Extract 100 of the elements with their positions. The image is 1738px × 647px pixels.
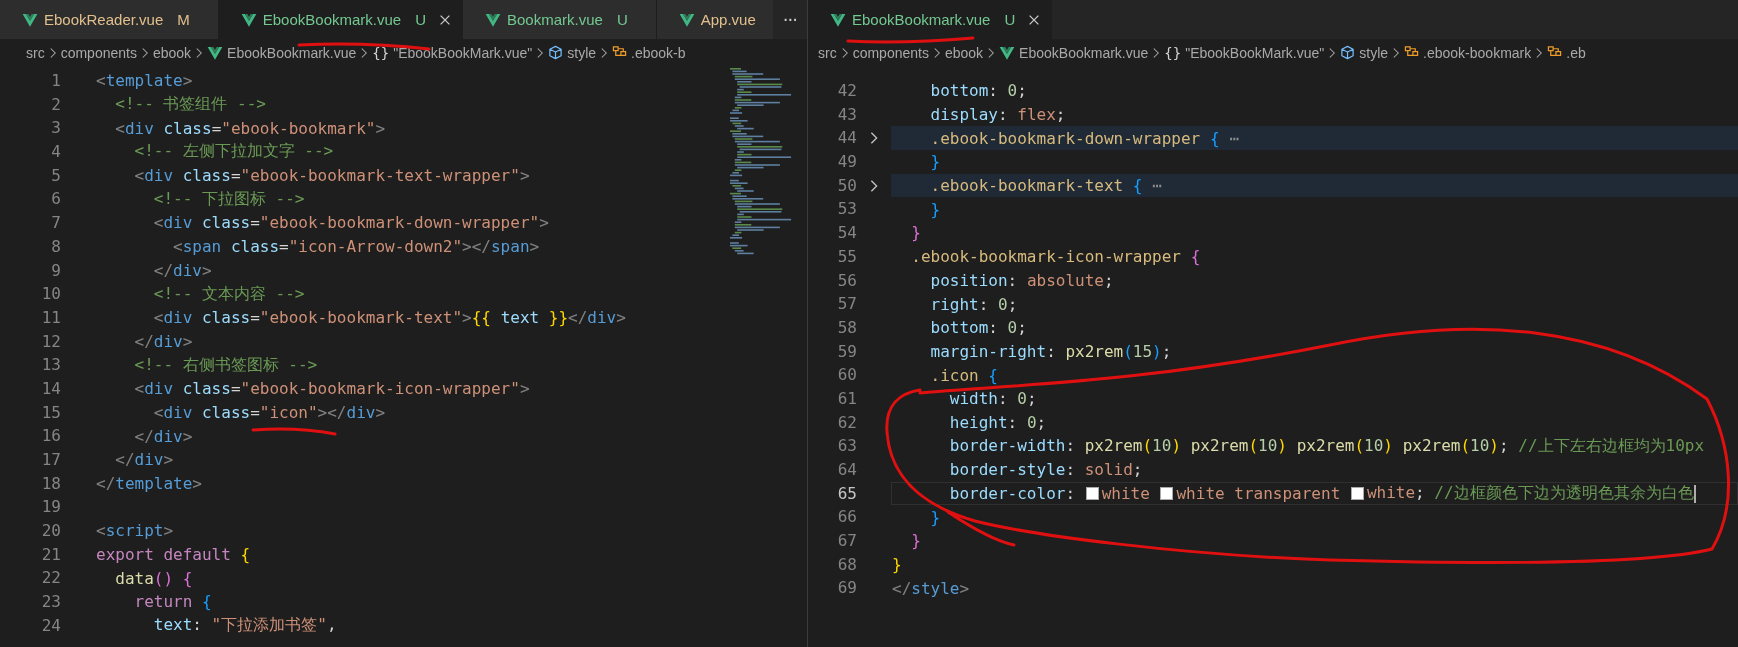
chevron-icon xyxy=(536,46,545,59)
line-number: 14 xyxy=(40,377,61,400)
line-number: 15 xyxy=(40,401,61,424)
code-line: .ebook-bookmark-down-wrapper { ⋯ xyxy=(929,128,1239,148)
breadcrumb-item[interactable]: ebook xyxy=(944,44,984,61)
code-line: height: 0; xyxy=(948,412,1047,432)
editor-tab[interactable]: App.vue xyxy=(656,0,773,39)
code-line: <template> xyxy=(96,71,193,91)
chevron-icon xyxy=(600,46,609,59)
line-number: 4 xyxy=(50,141,61,164)
code-line: text: "下拉添加书签", xyxy=(152,615,337,637)
line-number: 43 xyxy=(836,103,857,126)
code-line: <div class="icon"></div> xyxy=(152,402,386,422)
vue-file-icon xyxy=(830,11,846,28)
line-number: 59 xyxy=(836,340,857,363)
code-line: <!-- 书签组件 --> xyxy=(114,94,266,116)
breadcrumb-item[interactable]: style xyxy=(1340,44,1389,61)
editor-tab[interactable]: EbookReader.vue M xyxy=(0,0,219,39)
line-number: 42 xyxy=(836,80,857,102)
breadcrumb-item[interactable]: .eb xyxy=(1547,44,1586,61)
line-number: 21 xyxy=(40,543,61,566)
line-number: 5 xyxy=(50,164,61,187)
line-number: 12 xyxy=(40,330,61,353)
breadcrumb-item[interactable]: ebook xyxy=(152,44,192,61)
code-line: } xyxy=(910,223,921,243)
chevron-icon xyxy=(987,46,996,59)
breadcrumb-item[interactable]: EbookBookmark.vue xyxy=(207,44,357,61)
editor-tab[interactable]: Bookmark.vue U xyxy=(463,0,657,39)
code-line: <div class="ebook-bookmark-text">{{ text }}</div> xyxy=(152,308,626,328)
line-number: 53 xyxy=(836,198,857,221)
chevron-icon xyxy=(1535,46,1544,59)
code-line: white xyxy=(1101,484,1151,504)
line-number: 3 xyxy=(50,117,61,140)
code-line: bottom: 0; xyxy=(929,318,1027,338)
line-number: 66 xyxy=(836,506,857,529)
line-number: 65 xyxy=(836,482,857,505)
breadcrumb-item[interactable]: src xyxy=(26,44,45,61)
breadcrumb-item[interactable]: .ebook-b xyxy=(612,44,686,61)
code-line: bottom: 0; xyxy=(929,81,1027,101)
cube-icon xyxy=(1340,45,1356,60)
line-number: 57 xyxy=(836,293,857,316)
line-number: 44 xyxy=(836,127,857,150)
code-line: <div class="ebook-bookmark-icon-wrapper"> xyxy=(133,379,530,399)
code-line: <!-- 文本内容 --> xyxy=(152,283,305,305)
code-line: border-width: px2rem(10) px2rem(10) px2rem(10) px2rem(10); //上下左右边框均为10px xyxy=(948,435,1705,457)
code-line: <div class="ebook-bookmark"> xyxy=(114,118,386,138)
code-line: .icon { xyxy=(929,365,998,385)
breadcrumb-item[interactable]: style xyxy=(548,44,597,61)
line-number: 62 xyxy=(836,411,857,434)
code-line: </div> xyxy=(152,260,212,280)
breadcrumb-item[interactable]: components xyxy=(60,44,137,61)
braces-icon: {} xyxy=(1164,44,1182,61)
breadcrumb-item[interactable]: EbookBookmark.vue xyxy=(999,44,1149,61)
color-swatch[interactable] xyxy=(1350,487,1364,501)
vue-file-icon xyxy=(678,11,695,28)
code-line: data() { xyxy=(114,568,193,588)
line-number: 23 xyxy=(40,591,61,614)
code-line: <span class="icon-Arrow-down2"></span> xyxy=(172,237,540,257)
line-number: 18 xyxy=(40,472,61,495)
code-line: </template> xyxy=(96,474,202,494)
line-number: 24 xyxy=(40,614,61,637)
code-line: </div> xyxy=(133,426,193,446)
line-number: 58 xyxy=(836,316,857,339)
breadcrumb-item[interactable]: {} "EbookBookMark.vue" xyxy=(1164,44,1325,61)
chevron-icon xyxy=(48,46,57,59)
code-line: .ebook-bookmark-text { ⋯ xyxy=(929,176,1162,196)
code-line: </div> xyxy=(133,331,193,351)
line-number: 9 xyxy=(50,259,61,282)
code-line: <!-- 下拉图标 --> xyxy=(152,188,305,210)
code-line: width: 0; xyxy=(948,389,1037,409)
breadcrumb-item[interactable]: src xyxy=(818,44,837,61)
line-number: 56 xyxy=(836,269,857,292)
line-number: 17 xyxy=(40,449,61,471)
line-number: 19 xyxy=(40,496,61,519)
line-number: 7 xyxy=(50,212,61,235)
line-number: 63 xyxy=(836,435,857,458)
code-line: } xyxy=(910,531,921,551)
editor-tab[interactable]: EbookBookmark.vue U xyxy=(808,0,1053,39)
braces-icon: {} xyxy=(372,44,390,61)
breadcrumb-item[interactable]: .ebook-bookmark xyxy=(1404,44,1532,61)
vue-file-icon xyxy=(240,11,257,28)
code-line: .ebook-bookmark-icon-wrapper { xyxy=(910,247,1201,267)
breadcrumb-item[interactable]: {} "EbookBookMark.vue" xyxy=(372,44,533,61)
code-line: position: absolute; xyxy=(929,270,1114,290)
line-number: 60 xyxy=(836,364,857,387)
breadcrumb-item[interactable]: components xyxy=(852,44,929,61)
color-swatch[interactable] xyxy=(1085,487,1099,501)
chevron-icon xyxy=(1152,46,1161,59)
code-line: } xyxy=(929,152,941,172)
code-line: <!-- 右侧书签图标 --> xyxy=(133,354,318,376)
code-line: </style> xyxy=(892,578,970,598)
line-number: 6 xyxy=(50,188,61,211)
more-actions-button[interactable]: ··· xyxy=(772,0,807,39)
line-number: 1 xyxy=(50,70,61,92)
color-swatch[interactable] xyxy=(1160,487,1174,501)
line-number: 10 xyxy=(40,283,61,306)
code-line: <div class="ebook-bookmark-text-wrapper"> xyxy=(133,166,530,186)
code-line: </div> xyxy=(114,450,174,470)
editor-tab[interactable]: EbookBookmark.vue U xyxy=(218,0,463,39)
chevron-icon xyxy=(360,46,369,59)
